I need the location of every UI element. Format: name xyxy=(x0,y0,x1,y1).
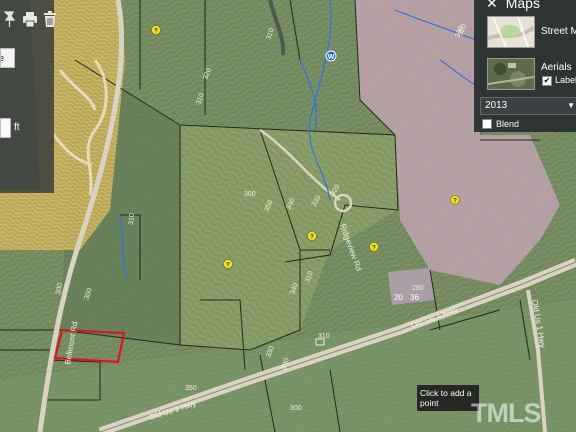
svg-text:?: ? xyxy=(226,263,230,269)
maps-panel-title: Maps xyxy=(505,0,540,11)
labels-checkbox-label: Label xyxy=(555,75,576,85)
aerials-label[interactable]: Aerials xyxy=(541,62,572,73)
street-map-label[interactable]: Street Ma xyxy=(541,26,576,37)
poi-marker[interactable]: ? xyxy=(450,195,460,205)
water-marker-label: W xyxy=(328,54,335,61)
blend-checkbox-label: Blend xyxy=(496,119,520,129)
blend-checkbox[interactable] xyxy=(482,119,492,129)
maps-panel: ✕ Maps Street Ma Aerials ✔ Label 2013 ▼ … xyxy=(474,0,576,132)
street-map-thumbnail[interactable] xyxy=(487,16,535,48)
click-to-add-point-tooltip: Click to add a point xyxy=(417,385,479,411)
aerial-thumbnail[interactable] xyxy=(487,58,535,90)
poi-marker[interactable]: ? xyxy=(223,259,233,269)
pin-icon[interactable] xyxy=(2,10,18,28)
year-select-value: 2013 xyxy=(485,100,508,111)
poi-marker[interactable]: ? xyxy=(369,242,379,252)
tool-icons xyxy=(2,10,58,28)
trash-icon[interactable] xyxy=(42,10,58,28)
svg-text:?: ? xyxy=(154,29,158,35)
measure-tool-panel: ine ft xyxy=(0,0,56,193)
tmls-watermark: TMLS xyxy=(471,398,541,428)
close-icon[interactable]: ✕ xyxy=(486,0,498,12)
labels-checkbox[interactable]: ✔ xyxy=(542,76,552,86)
contour-label: 300 xyxy=(290,405,302,412)
parcel-id-1: 20 xyxy=(394,293,403,302)
unit-label: ft xyxy=(14,122,20,133)
print-icon[interactable] xyxy=(22,10,38,28)
poi-marker[interactable]: ? xyxy=(307,231,317,241)
parcel-id-2: 36 xyxy=(410,293,419,302)
contour-label: 310 xyxy=(128,213,136,225)
maps-panel-header: ✕ Maps xyxy=(486,0,540,12)
svg-text:?: ? xyxy=(310,235,314,241)
chevron-down-icon: ▼ xyxy=(567,101,575,110)
contour-label: 350 xyxy=(185,385,197,392)
water-marker[interactable]: W xyxy=(325,50,337,62)
unit-select[interactable]: ine xyxy=(0,48,15,68)
year-select[interactable]: 2013 ▼ xyxy=(480,97,576,115)
svg-text:?: ? xyxy=(453,199,457,205)
measure-value-field[interactable] xyxy=(0,118,11,138)
contour-label: 300 xyxy=(244,191,256,198)
contour-label: 280 xyxy=(412,285,424,292)
poi-marker[interactable]: ? xyxy=(151,25,161,35)
svg-text:?: ? xyxy=(372,246,376,252)
